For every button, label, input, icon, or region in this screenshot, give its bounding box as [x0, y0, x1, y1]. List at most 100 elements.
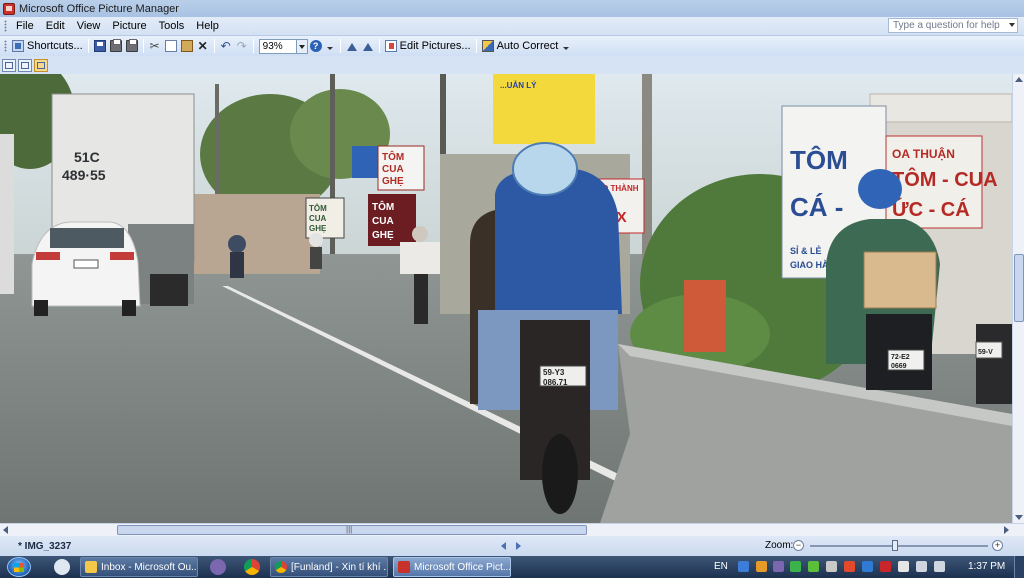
tray-icon[interactable]: [880, 561, 891, 572]
cut-button[interactable]: ✂: [147, 38, 163, 54]
paste-button[interactable]: [179, 38, 195, 54]
zoom-slider-track[interactable]: [810, 545, 988, 547]
rotate-right-button[interactable]: [360, 38, 376, 54]
windows-taskbar: Inbox - Microsoft Ou... [Funland] - Xin …: [0, 556, 1024, 578]
horizontal-scrollbar[interactable]: |||: [0, 523, 1024, 536]
distant-rider: [228, 235, 246, 253]
car-wheel: [34, 300, 48, 316]
menu-view[interactable]: View: [71, 18, 107, 35]
menu-file[interactable]: File: [10, 18, 40, 35]
zoom-dropdown-icon[interactable]: [296, 38, 308, 54]
motorcycle-edge: [976, 324, 1012, 404]
menu-grip-icon[interactable]: [4, 20, 7, 32]
tray-icon[interactable]: [808, 561, 819, 572]
svg-text:TÔM: TÔM: [372, 200, 394, 213]
zoom-out-icon[interactable]: −: [793, 540, 804, 551]
next-picture-icon[interactable]: [516, 542, 521, 550]
thumbnail-view-icon: [5, 61, 13, 69]
thumbnail-view-button[interactable]: [2, 58, 16, 72]
copy-button[interactable]: [163, 38, 179, 54]
filmstrip-view-icon: [21, 61, 29, 69]
toolbar-grip-icon[interactable]: [4, 40, 7, 52]
picture-viewer[interactable]: ...UẢN LÝ TÔM CUA GHẸ TÔM CUA GHẸ TÔM CU…: [0, 74, 1012, 523]
edit-pictures-button[interactable]: Edit Pictures...: [383, 38, 473, 54]
edit-pictures-label: Edit Pictures...: [399, 40, 471, 52]
auto-correct-button[interactable]: Auto Correct: [480, 38, 561, 54]
horizontal-scroll-thumb[interactable]: |||: [117, 525, 587, 535]
menu-help[interactable]: Help: [190, 18, 225, 35]
toolbar-separator: [252, 39, 254, 53]
toolbar2-options-chevron-icon[interactable]: [562, 39, 570, 53]
save-button[interactable]: [92, 38, 108, 54]
scroll-up-icon[interactable]: [1015, 77, 1023, 82]
toolbar-separator: [378, 39, 380, 53]
show-desktop-button[interactable]: [1014, 556, 1024, 578]
task-chrome[interactable]: [Funland] - Xin tí khí ...: [270, 557, 388, 577]
single-picture-view-button[interactable]: [34, 58, 48, 72]
help-button[interactable]: ?: [308, 38, 324, 54]
rider-helmet: [512, 142, 578, 196]
edit-pictures-icon: [384, 40, 397, 52]
rotate-left-button[interactable]: [344, 38, 360, 54]
undo-icon: ↶: [220, 39, 231, 53]
svg-text:489·55: 489·55: [62, 167, 106, 183]
chrome-icon: [275, 561, 287, 573]
zoom-slider-thumb[interactable]: [892, 540, 898, 551]
volume-icon[interactable]: [934, 561, 945, 572]
truck-wheel: [150, 274, 188, 306]
viber-icon[interactable]: [210, 559, 226, 575]
awning: [869, 93, 1012, 123]
truck-plate-text: 51C: [74, 149, 100, 165]
start-button-icon[interactable]: [7, 557, 31, 577]
scroll-right-icon[interactable]: [1004, 526, 1009, 534]
task-picture-manager[interactable]: Microsoft Office Pict...: [393, 557, 511, 577]
task-outlook[interactable]: Inbox - Microsoft Ou...: [80, 557, 198, 577]
tray-icon[interactable]: [844, 561, 855, 572]
zoom-in-icon[interactable]: +: [992, 540, 1003, 551]
previous-picture-icon[interactable]: [501, 542, 506, 550]
dropbox-icon[interactable]: [862, 561, 873, 572]
language-indicator[interactable]: EN: [714, 561, 728, 572]
status-bar: * IMG_3237 Zoom: − +: [0, 536, 1024, 556]
svg-text:CÁ -: CÁ -: [790, 192, 843, 222]
taskbar-clock[interactable]: 1:37 PM: [968, 561, 1005, 572]
toolbar-separator: [142, 39, 144, 53]
tray-icon[interactable]: [756, 561, 767, 572]
current-filename: * IMG_3237: [18, 540, 72, 552]
toolbar-separator: [87, 39, 89, 53]
vertical-scrollbar[interactable]: [1012, 74, 1024, 523]
help-search-input[interactable]: Type a question for help: [888, 18, 1018, 33]
tray-icon[interactable]: [898, 561, 909, 572]
auto-correct-icon: [481, 40, 494, 52]
svg-text:72-E2: 72-E2: [891, 354, 910, 361]
grip-lines-icon: |||: [346, 525, 353, 534]
help-search-dropdown-icon[interactable]: [1009, 23, 1015, 27]
tray-icon[interactable]: [826, 561, 837, 572]
scroll-left-icon[interactable]: [3, 526, 8, 534]
zoom-combo-input[interactable]: 93%: [258, 38, 297, 54]
toolbar-options-chevron-icon[interactable]: [326, 39, 334, 53]
email-button[interactable]: [124, 38, 140, 54]
chrome-icon[interactable]: [244, 559, 260, 575]
svg-text:GHẸ: GHẸ: [382, 176, 404, 187]
rotate-left-icon: [346, 40, 358, 52]
delete-button[interactable]: ✕: [195, 38, 211, 54]
menu-edit[interactable]: Edit: [40, 18, 71, 35]
pinned-app-icon[interactable]: [54, 559, 70, 575]
scroll-down-icon[interactable]: [1015, 515, 1023, 520]
menu-picture[interactable]: Picture: [106, 18, 152, 35]
network-icon[interactable]: [916, 561, 927, 572]
tray-icon[interactable]: [773, 561, 784, 572]
distant-rider: [309, 233, 323, 247]
svg-text:GHẸ: GHẸ: [372, 230, 394, 241]
redo-button[interactable]: ↷: [234, 38, 250, 54]
tray-icon[interactable]: [738, 561, 749, 572]
menu-tools[interactable]: Tools: [153, 18, 191, 35]
vertical-scroll-thumb[interactable]: [1014, 254, 1024, 322]
undo-button[interactable]: ↶: [218, 38, 234, 54]
task-outlook-label: Inbox - Microsoft Ou...: [101, 561, 198, 573]
tray-icon[interactable]: [790, 561, 801, 572]
print-button[interactable]: [108, 38, 124, 54]
shortcuts-button[interactable]: Shortcuts...: [10, 38, 85, 54]
filmstrip-view-button[interactable]: [18, 58, 32, 72]
